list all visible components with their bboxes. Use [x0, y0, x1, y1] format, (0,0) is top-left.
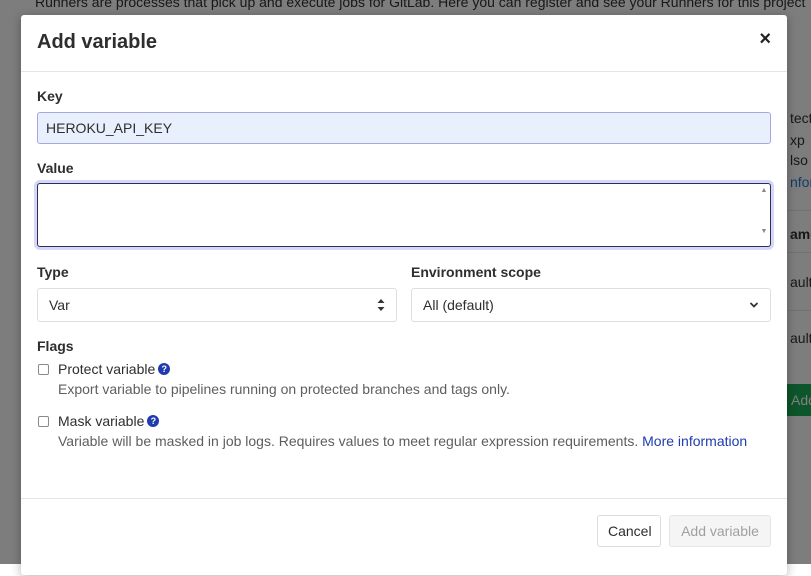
mask-variable-help: Variable will be masked in job logs. Req… — [58, 433, 748, 449]
question-icon[interactable]: ? — [158, 363, 171, 375]
type-selected-value: Var — [49, 297, 70, 313]
scroll-up-icon[interactable]: ▲ — [759, 187, 769, 194]
more-information-link[interactable]: More information — [642, 433, 747, 449]
key-input[interactable] — [37, 112, 771, 144]
environment-scope-dropdown[interactable]: All (default) — [411, 288, 771, 322]
sort-arrows-icon — [377, 299, 385, 311]
mask-variable-label: Mask variable — [58, 413, 145, 429]
scroll-down-icon[interactable]: ▼ — [759, 228, 769, 235]
flags-label: Flags — [37, 338, 74, 354]
modal-header: Add variable × — [21, 15, 787, 72]
protect-variable-checkbox[interactable] — [38, 364, 49, 375]
scope-selected-value: All (default) — [423, 297, 494, 313]
add-variable-button[interactable]: Add variable — [669, 515, 771, 547]
question-icon[interactable]: ? — [147, 415, 160, 427]
protect-variable-help: Export variable to pipelines running on … — [58, 381, 510, 397]
close-button[interactable]: × — [759, 29, 771, 49]
modal-title: Add variable — [37, 31, 158, 53]
mask-variable-checkbox[interactable] — [38, 416, 49, 427]
type-label: Type — [37, 264, 69, 280]
type-select[interactable]: Var — [37, 288, 397, 322]
key-label: Key — [37, 88, 63, 104]
mask-variable-help-text: Variable will be masked in job logs. Req… — [58, 433, 639, 449]
cancel-button[interactable]: Cancel — [597, 515, 661, 547]
value-label: Value — [37, 160, 74, 176]
value-textarea[interactable] — [37, 183, 771, 247]
add-variable-modal: Add variable × Key Value ▲ ▼ Type Var En… — [21, 15, 787, 575]
environment-scope-label: Environment scope — [411, 264, 541, 280]
mask-variable-option[interactable]: Mask variable? — [58, 413, 160, 429]
protect-variable-label: Protect variable — [58, 361, 156, 377]
protect-variable-option[interactable]: Protect variable? — [58, 361, 171, 377]
modal-footer: Cancel Add variable — [21, 498, 787, 576]
textarea-scrollbar[interactable]: ▲ ▼ — [759, 187, 769, 243]
chevron-down-icon — [749, 302, 759, 308]
